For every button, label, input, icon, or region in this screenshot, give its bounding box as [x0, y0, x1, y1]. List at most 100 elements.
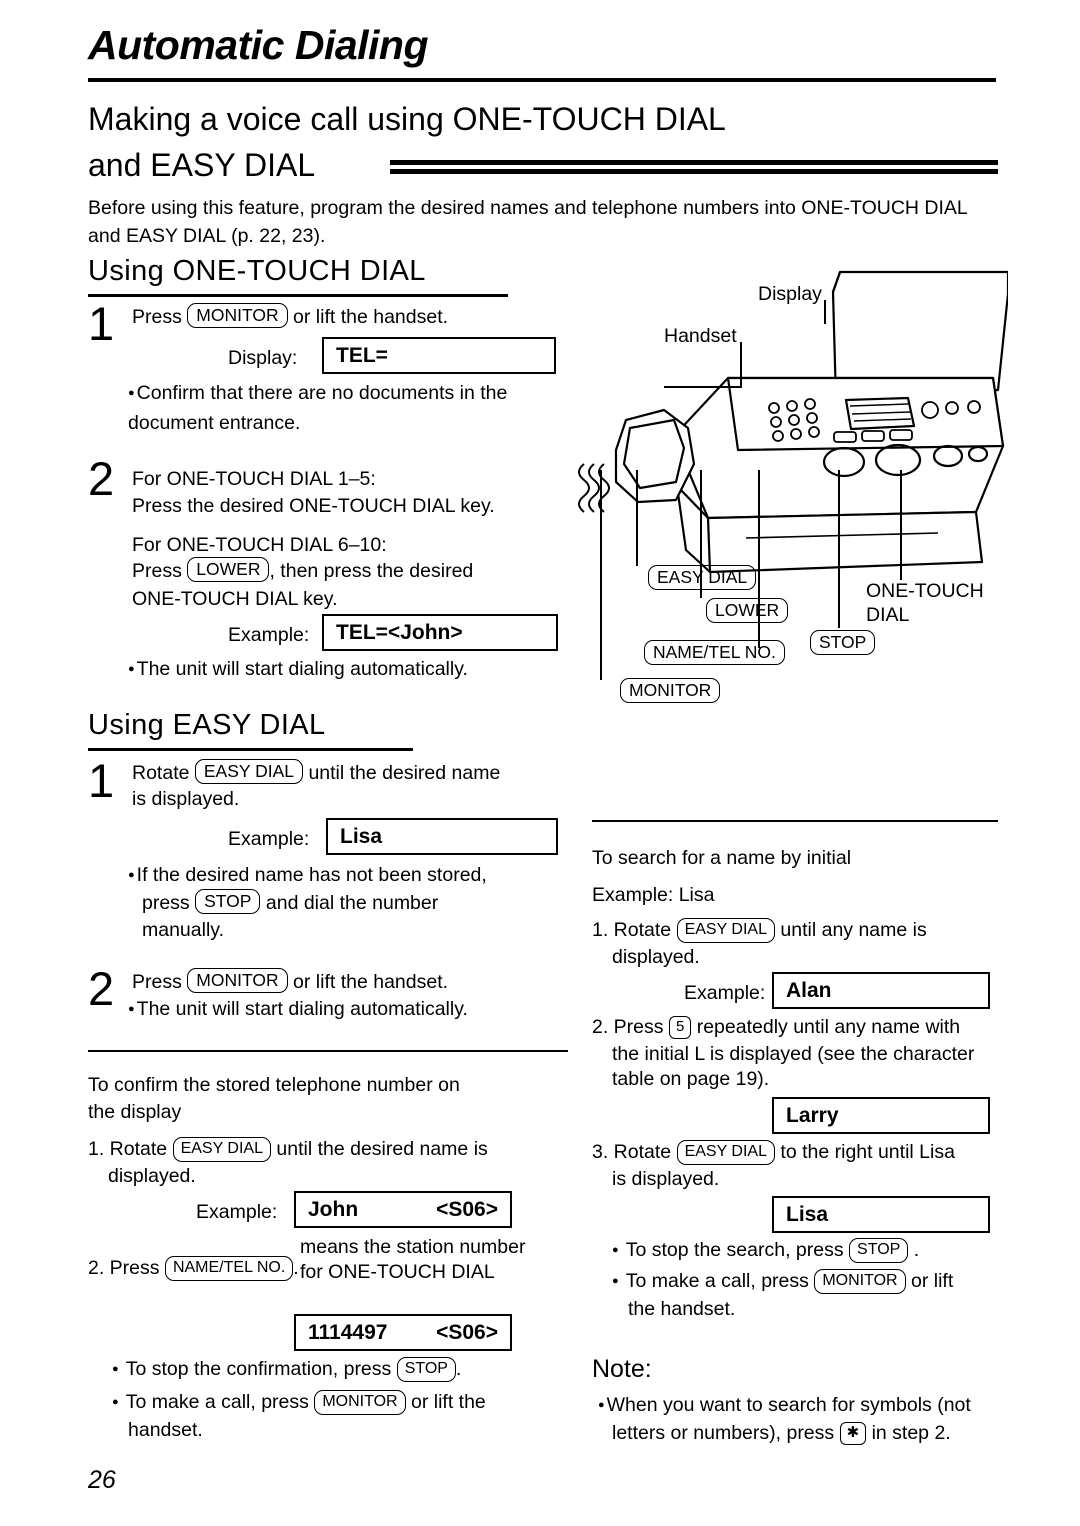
easy-step1-post: until the desired name — [308, 762, 501, 784]
onetouch-step2-line5: ONE-TOUCH DIAL key. — [132, 588, 338, 610]
step-number-1-easy: 1 — [88, 754, 115, 807]
note-bullet-line1: When you want to search for symbols (not — [598, 1392, 998, 1422]
search-bullet1-post: . — [913, 1239, 920, 1261]
name-tel-no-key-illustration[interactable]: NAME/TEL NO. — [644, 640, 785, 665]
onetouch-example-label: Example: — [228, 624, 310, 646]
manual-page: Automatic Dialing Making a voice call us… — [0, 0, 1080, 1526]
confirm-note-line1: means the station number — [300, 1236, 526, 1258]
page-title: Automatic Dialing — [88, 22, 429, 68]
fax-machine-illustration — [578, 270, 1008, 574]
easy-bullet-pre: press — [142, 892, 190, 914]
confirm-bullet2-pre: To make a call, press — [125, 1391, 309, 1413]
confirm-bullet1: To stop the confirmation, press STOP. — [112, 1356, 582, 1386]
monitor-key[interactable]: MONITOR — [187, 303, 288, 328]
callout-line-onetouch — [900, 470, 902, 580]
lcd-tel-john-text: TEL=<John> — [336, 620, 463, 644]
easy-dial-key-1[interactable]: EASY DIAL — [194, 759, 304, 784]
search-bullet2-pre: To make a call, press — [625, 1270, 809, 1292]
confirm-step2: 2. Press NAME/TEL NO.. — [88, 1255, 299, 1282]
confirm-bullet2: To make a call, press MONITOR or lift th… — [112, 1389, 582, 1419]
confirm-bullet1-post: . — [455, 1358, 462, 1380]
heading-divider-bottom — [390, 169, 998, 174]
easy-bullet-post: and dial the number — [265, 892, 439, 914]
page-number: 26 — [88, 1466, 116, 1494]
search-bullet1-pre: To stop the search, press — [625, 1239, 844, 1261]
easy-step1-line2: is displayed. — [132, 788, 240, 810]
onetouch-step2-bullet: The unit will start dialing automaticall… — [128, 656, 578, 686]
step-number-2-onetouch: 2 — [88, 452, 115, 505]
illustration-label-onetouch-2: DIAL — [866, 604, 910, 626]
lcd-tel-empty-text: TEL= — [336, 343, 388, 367]
easy-dial-key-illustration[interactable]: EASY DIAL — [648, 565, 757, 590]
illustration-key-name-tel-wrap: NAME/TEL NO. — [644, 640, 785, 665]
search-example-top: Example: Lisa — [592, 884, 715, 906]
stop-key-search[interactable]: STOP — [849, 1238, 909, 1263]
note-bullet-pre: letters or numbers), press — [612, 1422, 835, 1444]
callout-line-monitor — [600, 470, 602, 680]
confirm-step1-pre: 1. Rotate — [88, 1138, 168, 1160]
easy-dial-key-search-1[interactable]: EASY DIAL — [676, 918, 775, 943]
heading-one-touch-underline — [88, 294, 508, 297]
illustration-key-easy-dial-wrap: EASY DIAL — [648, 565, 757, 590]
section-heading-line1: Making a voice call using ONE-TOUCH DIAL — [88, 101, 726, 137]
search-bullet2-post: or lift — [911, 1270, 954, 1292]
heading-using-one-touch-dial: Using ONE-TOUCH DIAL — [88, 255, 426, 287]
title-divider — [88, 78, 996, 82]
illustration-label-onetouch-1: ONE-TOUCH — [866, 580, 984, 602]
confirm-step1-post: until the desired name is — [276, 1138, 488, 1160]
stop-key-1[interactable]: STOP — [195, 889, 261, 914]
search-example-label: Example: — [684, 982, 766, 1004]
lcd-alan-text: Alan — [786, 978, 832, 1002]
search-bullet1: To stop the search, press STOP . — [612, 1237, 1012, 1267]
onetouch-step1-pre: Press — [132, 306, 182, 328]
onetouch-step1-bullet: Confirm that there are no documents in t… — [128, 380, 568, 437]
lower-key[interactable]: LOWER — [187, 557, 270, 582]
confirm-bullet2-line2: handset. — [128, 1419, 203, 1441]
confirm-step2-post: . — [293, 1257, 299, 1279]
callout-line-easydial — [636, 470, 638, 566]
easy-step1-pre: Rotate — [132, 762, 190, 784]
note-bullet-post: in step 2. — [871, 1422, 951, 1444]
lcd-john-station-number: <S06> — [436, 1197, 498, 1221]
illustration-key-lower-wrap: LOWER — [706, 598, 789, 623]
confirm-step2-pre: 2. Press — [88, 1257, 160, 1279]
section-heading-line2: and EASY DIAL — [88, 147, 316, 183]
lcd-number-station: 1114497 <S06> — [294, 1314, 512, 1351]
search-step2: 2. Press 5 repeatedly until any name wit… — [592, 1014, 1002, 1041]
asterisk-key[interactable]: ✱ — [839, 1422, 867, 1445]
step-number-1-onetouch: 1 — [88, 297, 115, 350]
lcd-larry: Larry — [772, 1097, 990, 1134]
onetouch-step1-text: Press MONITOR or lift the handset. — [132, 303, 562, 331]
callout-line-stop — [838, 470, 840, 628]
lower-key-illustration[interactable]: LOWER — [706, 598, 789, 623]
easy-step1-bullet-line2: press STOP and dial the number — [142, 889, 582, 917]
search-step3-line2: is displayed. — [612, 1168, 720, 1190]
easy-dial-key-confirm[interactable]: EASY DIAL — [172, 1137, 271, 1162]
easy-dial-key-search-3[interactable]: EASY DIAL — [676, 1140, 775, 1165]
confirm-step1-line2: displayed. — [108, 1165, 196, 1187]
illustration-key-monitor-wrap: MONITOR — [620, 678, 721, 703]
monitor-key-search[interactable]: MONITOR — [814, 1269, 906, 1294]
confirm-step1: 1. Rotate EASY DIAL until the desired na… — [88, 1136, 568, 1163]
lcd-lisa-1: Lisa — [326, 818, 558, 855]
digit-5-key[interactable]: 5 — [668, 1016, 692, 1039]
step-number-2-easy: 2 — [88, 962, 115, 1015]
search-step3: 3. Rotate EASY DIAL to the right until L… — [592, 1139, 1002, 1166]
search-step1-line2: displayed. — [612, 946, 700, 968]
search-heading: To search for a name by initial — [592, 847, 852, 869]
onetouch-step2-line4: Press LOWER, then press the desired — [132, 557, 592, 585]
easy-step2-line1: Press MONITOR or lift the handset. — [132, 968, 582, 996]
lcd-lisa-2-text: Lisa — [786, 1202, 829, 1226]
monitor-key-2[interactable]: MONITOR — [187, 968, 288, 993]
illustration-key-stop-wrap: STOP — [810, 630, 876, 655]
easy-example-label: Example: — [228, 828, 310, 850]
monitor-key-confirm[interactable]: MONITOR — [314, 1390, 406, 1415]
name-tel-no-key[interactable]: NAME/TEL NO. — [164, 1256, 294, 1281]
monitor-key-illustration[interactable]: MONITOR — [620, 678, 721, 703]
heading-easy-underline — [88, 748, 413, 751]
stop-key-confirm[interactable]: STOP — [396, 1357, 456, 1382]
search-step1: 1. Rotate EASY DIAL until any name is — [592, 917, 1002, 944]
lcd-tel-empty: TEL= — [322, 337, 556, 374]
stop-key-illustration[interactable]: STOP — [810, 630, 876, 655]
confirm-note-line2: for ONE-TOUCH DIAL — [300, 1261, 495, 1283]
